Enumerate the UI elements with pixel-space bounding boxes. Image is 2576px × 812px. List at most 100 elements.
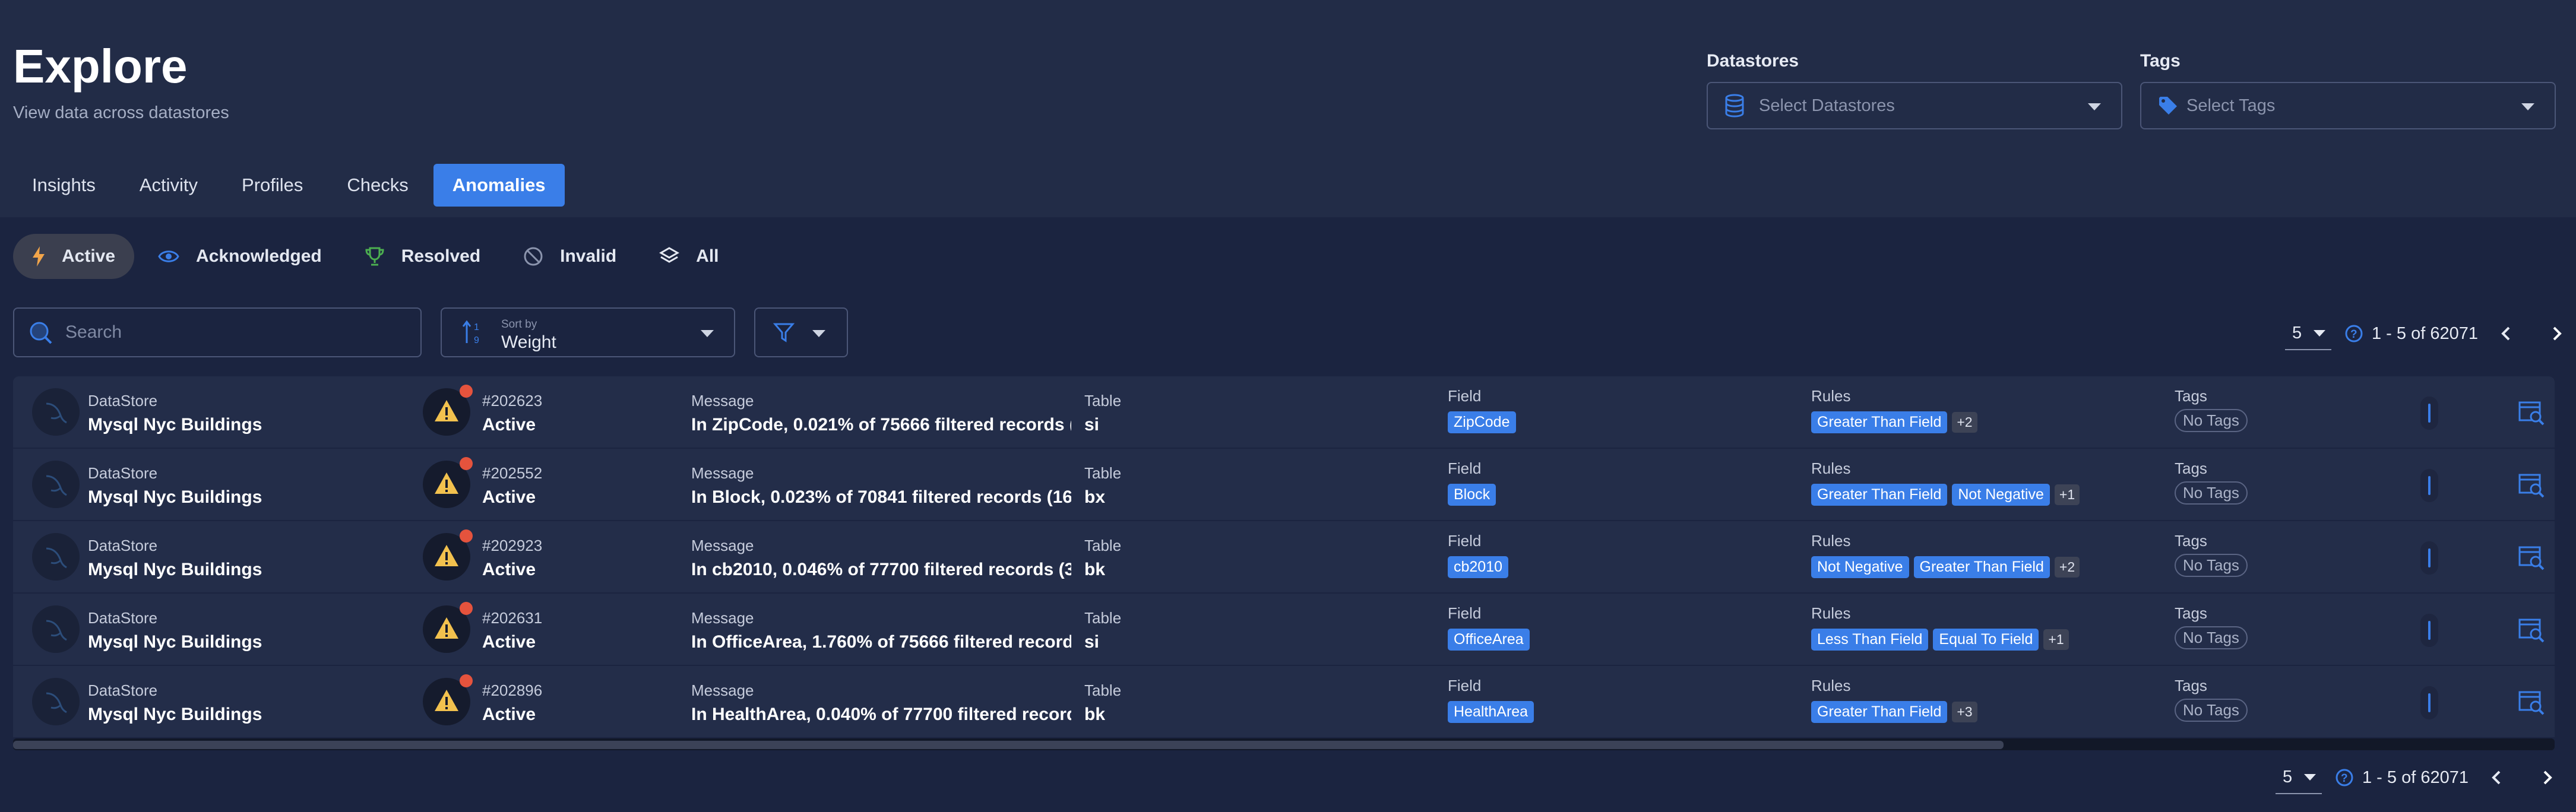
row-handle[interactable] [2420, 469, 2438, 502]
rules-label: Rules [1811, 387, 1851, 405]
datastore-name[interactable]: Mysql Nyc Buildings [88, 487, 262, 508]
per-page-select[interactable]: 5 [2276, 761, 2322, 794]
table-row[interactable]: DataStore Mysql Nyc Buildings #202631 Ac… [13, 594, 2555, 666]
tags-column-label: Tags [2175, 604, 2207, 622]
table-row[interactable]: DataStore Mysql Nyc Buildings #202896 Ac… [13, 666, 2555, 738]
field-label: Field [1448, 387, 1482, 405]
message-label: Message [691, 681, 754, 699]
scrollbar-thumb[interactable] [13, 741, 2004, 749]
tab-activity[interactable]: Activity [121, 164, 217, 207]
chevron-right-icon[interactable] [2539, 768, 2555, 787]
status-filter-resolved[interactable]: Resolved [346, 234, 499, 279]
page-header: Explore View data across datastores Data… [0, 0, 2576, 217]
table-label: Table [1084, 537, 1122, 554]
chevron-left-icon[interactable] [2498, 324, 2515, 343]
rules-more-badge[interactable]: +3 [1952, 702, 1977, 722]
tab-checks[interactable]: Checks [328, 164, 427, 207]
alert-dot [460, 674, 473, 687]
status-filter-active[interactable]: Active [13, 234, 135, 279]
no-tags-chip: No Tags [2175, 409, 2248, 432]
tags-select[interactable]: Select Tags [2140, 82, 2556, 129]
row-handle[interactable] [2420, 686, 2438, 719]
rules-label: Rules [1811, 532, 1851, 550]
tab-insights[interactable]: Insights [13, 164, 115, 207]
inspect-icon[interactable] [2518, 617, 2545, 643]
field-chip: ZipCode [1448, 411, 1516, 433]
per-page-select[interactable]: 5 [2285, 317, 2331, 350]
svg-text:?: ? [2341, 772, 2348, 785]
datastore-name[interactable]: Mysql Nyc Buildings [88, 705, 262, 725]
search-placeholder: Search [65, 322, 122, 342]
rule-chip: Greater Than Field [1913, 556, 2050, 578]
field-label: Field [1448, 677, 1482, 694]
filter-button[interactable] [754, 307, 848, 357]
anomaly-message: In HealthArea, 0.040% of 77700 filtered … [691, 705, 1071, 724]
help-icon[interactable]: ? [2335, 768, 2354, 787]
chevron-left-icon[interactable] [2489, 768, 2505, 787]
status-filter-invalid[interactable]: Invalid [504, 234, 635, 279]
help-icon[interactable]: ? [2344, 324, 2363, 343]
tab-profiles[interactable]: Profiles [223, 164, 322, 207]
chevron-down-icon [812, 330, 825, 337]
rule-chip: Greater Than Field [1811, 701, 1948, 723]
mysql-icon [32, 678, 80, 725]
anomaly-status: Active [482, 705, 536, 724]
datastore-name[interactable]: Mysql Nyc Buildings [88, 632, 262, 652]
datastore-label: DataStore [88, 464, 158, 482]
rules-label: Rules [1811, 677, 1851, 694]
inspect-icon[interactable] [2518, 545, 2545, 571]
search-input[interactable]: Search [13, 307, 422, 357]
inspect-icon[interactable] [2518, 472, 2545, 499]
anomaly-message: In cb2010, 0.046% of 77700 filtered reco… [691, 560, 1071, 579]
row-handle[interactable] [2420, 614, 2438, 647]
svg-text:?: ? [2350, 328, 2357, 341]
rules-more-badge[interactable]: +2 [1952, 412, 1977, 433]
table-name: bx [1084, 487, 1106, 507]
pagination-range: 1 - 5 of 62071 [2372, 323, 2478, 343]
alert-dot [460, 602, 473, 615]
sort-numeric-icon: 1 9 [462, 320, 479, 345]
rules-more-badge[interactable]: +2 [2054, 557, 2080, 578]
per-page-value: 5 [2283, 767, 2293, 786]
status-filter-label: Active [62, 246, 116, 266]
chevron-down-icon [2521, 103, 2534, 110]
chevron-down-icon [2304, 773, 2316, 781]
block-icon [524, 247, 543, 266]
message-label: Message [691, 464, 754, 482]
datastore-name[interactable]: Mysql Nyc Buildings [88, 560, 262, 580]
status-filter-label: Resolved [401, 246, 481, 266]
anomaly-message: In ZipCode, 0.021% of 75666 filtered rec… [691, 415, 1071, 434]
rule-chip: Not Negative [1811, 556, 1909, 578]
tab-anomalies[interactable]: Anomalies [433, 164, 565, 207]
table-name: bk [1084, 705, 1106, 724]
rule-chip: Less Than Field [1811, 629, 1929, 651]
row-handle[interactable] [2420, 397, 2438, 430]
mysql-icon [32, 533, 80, 581]
datastore-label: DataStore [88, 681, 158, 699]
datastore-label: DataStore [88, 537, 158, 554]
datastore-name[interactable]: Mysql Nyc Buildings [88, 415, 262, 435]
sort-by-label: Sort by [501, 318, 537, 331]
row-handle[interactable] [2420, 541, 2438, 575]
field-label: Field [1448, 459, 1482, 477]
horizontal-scrollbar[interactable] [13, 738, 2555, 750]
rules-more-badge[interactable]: +1 [2054, 484, 2080, 505]
status-filter-all[interactable]: All [640, 234, 738, 279]
rule-chip: Not Negative [1952, 484, 2050, 506]
chevron-right-icon[interactable] [2548, 324, 2565, 343]
sort-select[interactable]: 1 9 Sort by Weight [441, 307, 735, 357]
rules-label: Rules [1811, 604, 1851, 622]
status-filter-acknowledged[interactable]: Acknowledged [139, 234, 341, 279]
table-row[interactable]: DataStore Mysql Nyc Buildings #202552 Ac… [13, 449, 2555, 521]
table-row[interactable]: DataStore Mysql Nyc Buildings #202923 Ac… [13, 521, 2555, 594]
status-filter-label: Acknowledged [196, 246, 322, 266]
table-row[interactable]: DataStore Mysql Nyc Buildings #202623 Ac… [13, 376, 2555, 449]
rules-more-badge[interactable]: +1 [2043, 629, 2069, 650]
inspect-icon[interactable] [2518, 690, 2545, 716]
anomaly-message: In Block, 0.023% of 70841 filtered recor… [691, 487, 1071, 507]
mysql-icon [32, 605, 80, 653]
datastores-select[interactable]: Select Datastores [1707, 82, 2122, 129]
anomaly-status: Active [482, 415, 536, 434]
inspect-icon[interactable] [2518, 400, 2545, 426]
anomalies-table: DataStore Mysql Nyc Buildings #202623 Ac… [13, 376, 2555, 738]
